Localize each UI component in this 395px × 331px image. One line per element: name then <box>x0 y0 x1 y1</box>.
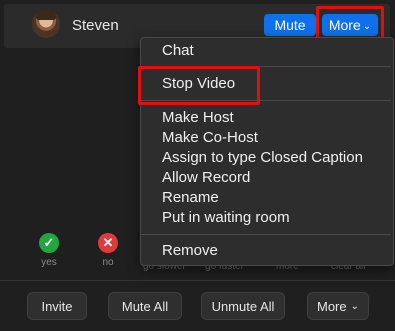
chevron-down-icon: ⌄ <box>350 300 359 312</box>
menu-item-rename[interactable]: Rename <box>162 189 219 206</box>
menu-item-assign-closed-caption[interactable]: Assign to type Closed Caption <box>162 149 363 166</box>
mute-all-button[interactable]: Mute All <box>108 292 182 320</box>
mute-button[interactable]: Mute <box>264 14 316 36</box>
menu-item-remove[interactable]: Remove <box>162 242 218 259</box>
invite-button[interactable]: Invite <box>27 292 87 320</box>
reaction-yes-label: yes <box>41 257 57 268</box>
footer-more-button[interactable]: More ⌄ <box>307 292 369 320</box>
reaction-no[interactable]: ✕ no <box>88 233 128 268</box>
menu-item-put-in-waiting-room[interactable]: Put in waiting room <box>162 209 290 226</box>
menu-item-chat[interactable]: Chat <box>162 42 194 59</box>
avatar <box>32 10 60 38</box>
participant-name: Steven <box>72 17 119 34</box>
x-icon: ✕ <box>98 233 118 253</box>
stop-video-highlight <box>138 66 260 105</box>
check-icon: ✓ <box>39 233 59 253</box>
menu-item-allow-record[interactable]: Allow Record <box>162 169 250 186</box>
menu-item-make-co-host[interactable]: Make Co-Host <box>162 129 258 146</box>
menu-item-make-host[interactable]: Make Host <box>162 109 234 126</box>
reaction-yes[interactable]: ✓ yes <box>29 233 69 268</box>
unmute-all-button[interactable]: Unmute All <box>201 292 285 320</box>
reaction-no-label: no <box>102 257 114 268</box>
footer-more-label: More <box>316 298 347 314</box>
menu-separator <box>141 234 391 235</box>
footer-divider <box>0 280 395 281</box>
